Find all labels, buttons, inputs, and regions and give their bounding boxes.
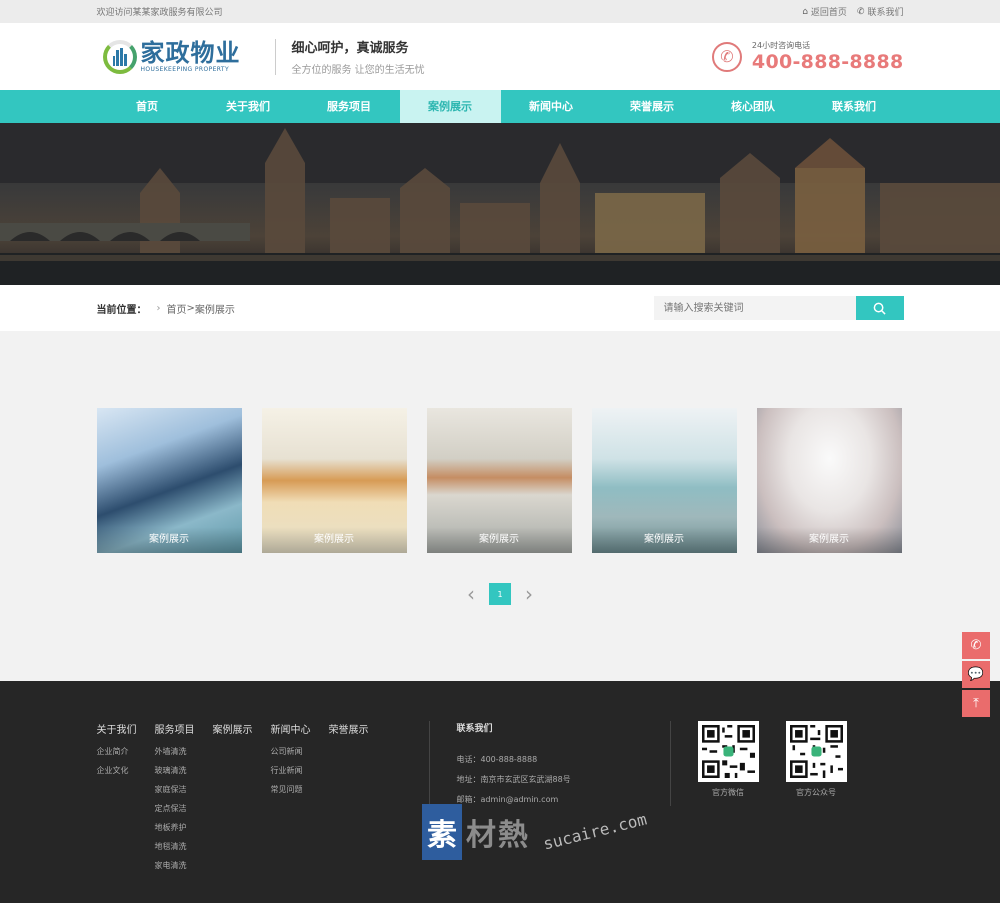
watermark-cn: 材熱 — [466, 818, 530, 853]
qr-wechat-label: 官方微信 — [712, 788, 744, 797]
logo-title: 家政物业 — [140, 39, 241, 67]
case-card[interactable]: 案例展示 — [426, 408, 572, 553]
search-box — [653, 296, 904, 320]
footer-tel: 电话：400-888-8888 — [456, 755, 538, 764]
case-grid: 案例展示 案例展示 案例展示 案例展示 案例展示 — [96, 408, 904, 553]
case-card[interactable]: 案例展示 — [96, 408, 242, 553]
hotline: ✆ 24小时咨询电话 400-888-8888 — [711, 40, 904, 73]
case-card[interactable]: 案例展示 — [591, 408, 737, 553]
footer-link[interactable]: 地板养护 — [155, 818, 213, 837]
footer-link[interactable]: 家电清洗 — [155, 856, 213, 875]
main-nav: 首页 关于我们 服务项目 案例展示 新闻中心 荣誉展示 核心团队 联系我们 — [0, 90, 1000, 123]
home-icon: ⌂ — [802, 6, 808, 17]
chevron-left-icon[interactable]: ‹ — [467, 583, 475, 605]
footer-col-about: 关于我们 企业简介 企业文化 — [97, 721, 155, 875]
watermark-badge: 素 — [422, 804, 462, 860]
case-caption: 案例展示 — [426, 527, 572, 553]
footer: 关于我们 企业简介 企业文化 服务项目 外墙清洗 玻璃清洗 家庭保洁 定点保洁 … — [0, 681, 1000, 903]
nav-cases[interactable]: 案例展示 — [399, 90, 501, 123]
footer-link[interactable]: 地毯清洗 — [155, 837, 213, 856]
contact-link[interactable]: ✆ 联系我们 — [856, 5, 904, 19]
footer-contact-title: 联系我们 — [456, 724, 493, 734]
welcome-text: 欢迎访问某某家政服务有限公司 — [96, 8, 223, 18]
footer-link[interactable]: 定点保洁 — [155, 799, 213, 818]
wechat-icon[interactable]: 💬 — [962, 661, 990, 688]
phone-icon[interactable]: ✆ — [962, 632, 990, 659]
footer-divider — [669, 721, 671, 806]
case-caption: 案例展示 — [96, 527, 242, 553]
footer-col-title[interactable]: 服务项目 — [155, 721, 213, 736]
footer-link[interactable]: 公司新闻 — [271, 742, 329, 761]
footer-col-honors: 荣誉展示 — [329, 721, 387, 875]
footer-address: 地址：南京市玄武区玄武湖88号 — [456, 775, 571, 784]
footer-link[interactable]: 企业简介 — [97, 742, 155, 761]
footer-link[interactable]: 外墙清洗 — [155, 742, 213, 761]
breadcrumb-label: 当前位置： — [96, 304, 147, 316]
slogan-sub: 全方位的服务 让您的生活无忧 — [291, 65, 425, 76]
nav-home[interactable]: 首页 — [97, 90, 198, 123]
breadcrumb-bar: 当前位置： › 首页 > 案例展示 — [0, 285, 1000, 331]
nav-about[interactable]: 关于我们 — [198, 90, 299, 123]
footer-link[interactable]: 家庭保洁 — [155, 780, 213, 799]
qr-wechat: 官方微信 — [697, 721, 759, 875]
footer-link[interactable]: 常见问题 — [271, 780, 329, 799]
footer-col-title[interactable]: 荣誉展示 — [329, 721, 387, 736]
chevron-right-icon[interactable]: › — [525, 583, 533, 605]
breadcrumb-home[interactable]: 首页 — [167, 301, 187, 316]
footer-link[interactable]: 行业新闻 — [271, 761, 329, 780]
footer-col-cases: 案例展示 — [213, 721, 271, 875]
top-bar: 欢迎访问某某家政服务有限公司 ⌂ 返回首页 ✆ 联系我们 — [0, 0, 1000, 23]
qr-code-icon — [697, 721, 759, 782]
nav-team[interactable]: 核心团队 — [703, 90, 804, 123]
hotline-number: 400-888-8888 — [751, 51, 904, 73]
home-link-label: 返回首页 — [810, 8, 847, 18]
chevron-right-icon: › — [156, 302, 161, 314]
pagination: ‹ 1 › — [97, 583, 904, 605]
header-divider — [274, 38, 276, 75]
footer-link[interactable]: 企业文化 — [97, 761, 155, 780]
logo[interactable]: 家政物业 HOUSEKEEPING PROPERTY — [97, 39, 269, 74]
header: 家政物业 HOUSEKEEPING PROPERTY 细心呵护，真诚服务 全方位… — [0, 23, 1000, 90]
search-button[interactable] — [855, 296, 904, 320]
page-number[interactable]: 1 — [489, 583, 511, 605]
footer-link[interactable]: 玻璃清洗 — [155, 761, 213, 780]
search-icon — [873, 302, 886, 315]
case-caption: 案例展示 — [261, 527, 407, 553]
watermark: 素 材熱 sucaire.com — [422, 804, 649, 860]
nav-contact[interactable]: 联系我们 — [804, 90, 905, 123]
case-caption: 案例展示 — [756, 527, 902, 553]
phone-icon: ✆ — [856, 6, 865, 17]
footer-col-news: 新闻中心 公司新闻 行业新闻 常见问题 — [271, 721, 329, 875]
footer-col-title[interactable]: 新闻中心 — [271, 721, 329, 736]
home-link[interactable]: ⌂ 返回首页 — [802, 5, 847, 19]
nav-services[interactable]: 服务项目 — [299, 90, 400, 123]
hero-banner — [0, 123, 1000, 285]
qr-official: 官方公众号 — [785, 721, 847, 875]
search-input[interactable] — [653, 296, 856, 320]
cases-section: 案例展示 案例展示 案例展示 案例展示 案例展示 ‹ 1 › — [0, 331, 1000, 605]
qr-code-icon — [785, 721, 847, 782]
footer-col-services: 服务项目 外墙清洗 玻璃清洗 家庭保洁 定点保洁 地板养护 地毯清洗 家电清洗 — [155, 721, 213, 875]
logo-subtitle: HOUSEKEEPING PROPERTY — [140, 66, 230, 73]
hotline-phone-icon: ✆ — [711, 41, 742, 72]
slogan-title: 细心呵护，真诚服务 — [291, 41, 409, 56]
logo-icon — [102, 39, 137, 74]
breadcrumb: 当前位置： › 首页 > 案例展示 — [97, 301, 235, 316]
nav-news[interactable]: 新闻中心 — [501, 90, 602, 123]
footer-qr-codes: 官方微信 官方公众号 — [697, 721, 847, 875]
breadcrumb-current: 案例展示 — [194, 304, 235, 316]
slogan: 细心呵护，真诚服务 全方位的服务 让您的生活无忧 — [292, 37, 425, 76]
case-caption: 案例展示 — [591, 527, 737, 553]
case-card[interactable]: 案例展示 — [756, 408, 902, 553]
nav-honors[interactable]: 荣誉展示 — [602, 90, 703, 123]
contact-link-label: 联系我们 — [867, 8, 904, 18]
side-float-bar: ✆ 💬 ⤒ — [962, 632, 990, 717]
footer-col-title[interactable]: 关于我们 — [97, 721, 155, 736]
hotline-label: 24小时咨询电话 — [751, 41, 811, 50]
footer-col-title[interactable]: 案例展示 — [213, 721, 271, 736]
back-to-top-icon[interactable]: ⤒ — [962, 690, 990, 717]
case-card[interactable]: 案例展示 — [261, 408, 407, 553]
breadcrumb-sep: > — [186, 302, 195, 314]
qr-official-label: 官方公众号 — [796, 788, 836, 797]
